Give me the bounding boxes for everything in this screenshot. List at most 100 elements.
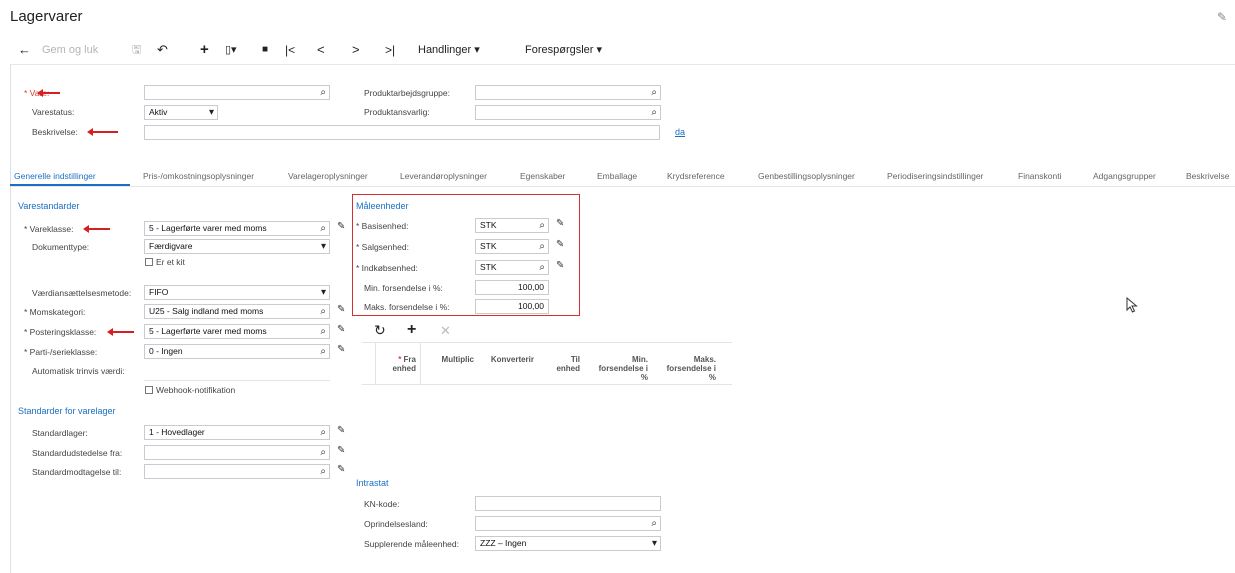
search-icon[interactable]: ⌕ [320,465,326,478]
section-intrastat: Intrastat [356,478,389,488]
tab-egenskaber[interactable]: Egenskaber [520,171,565,181]
col-min-forsendelse[interactable]: Min. forsendelse i % [598,355,648,382]
edit-pencil-icon[interactable]: ✎ [337,464,345,475]
last-record-icon[interactable]: >| [385,36,395,64]
actions-menu[interactable]: Handlinger ▾ [418,36,480,64]
search-icon[interactable]: ⌕ [320,325,326,338]
copy-icon[interactable]: ▯▾ [225,36,237,64]
edit-pencil-icon[interactable]: ✎ [556,260,564,271]
edit-pencil-icon[interactable]: ✎ [337,445,345,456]
col-til-enhed[interactable]: Til enhed [548,355,580,373]
search-icon[interactable]: ⌕ [651,86,657,99]
kn-input[interactable] [475,496,661,511]
search-icon[interactable]: ⌕ [320,222,326,235]
save-icon[interactable]: 🖫 [132,36,141,64]
edit-pencil-icon[interactable]: ✎ [337,324,345,335]
edit-pencil-icon[interactable]: ✎ [337,221,345,232]
search-icon[interactable]: ⌕ [320,426,326,439]
min-input[interactable]: 100,00 [475,280,549,295]
tab-generelle[interactable]: Generelle indstillinger [14,171,96,181]
edit-icon[interactable]: ✎ [1217,10,1227,24]
varestatus-select[interactable]: Aktiv ▾ [144,105,218,120]
tab-beskrivelse[interactable]: Beskrivelse [1186,171,1229,181]
vareklasse-input[interactable]: 5 - Lagerførte varer med moms ⌕ [144,221,330,236]
undo-icon[interactable]: ↶ [157,36,168,64]
beskrivelse-input[interactable] [144,125,660,140]
language-link[interactable]: da [675,127,685,137]
salg-input[interactable]: STK ⌕ [475,239,549,254]
basis-label: * Basisenhed: [356,221,409,231]
col-fra-enhed[interactable]: * Fra enhed [378,355,416,373]
moms-label: * Momskategori: [24,307,86,317]
vareklasse-label: * Vareklasse: [24,224,74,234]
search-icon[interactable]: ⌕ [651,517,657,530]
delete-icon[interactable]: ■ [262,36,268,64]
kn-label: KN-kode: [364,499,400,509]
postering-label: * Posteringsklasse: [24,327,97,337]
produktansvarlig-input[interactable]: ⌕ [475,105,661,120]
next-record-icon[interactable]: > [352,36,360,64]
grid-divider [375,342,376,384]
search-icon[interactable]: ⌕ [320,305,326,318]
edit-pencil-icon[interactable]: ✎ [556,239,564,250]
section-lager: Standarder for varelager [18,406,116,416]
produktansvarlig-label: Produktansvarlig: [364,107,430,117]
save-close-button[interactable]: Gem og luk [42,36,98,64]
remove-row-icon[interactable]: ✕ [440,323,451,339]
tab-varelager[interactable]: Varelageroplysninger [288,171,368,181]
kit-checkbox[interactable] [145,258,153,266]
basis-input[interactable]: STK ⌕ [475,218,549,233]
search-icon[interactable]: ⌕ [539,261,545,274]
col-maks-forsendelse[interactable]: Maks. forsendelse i % [660,355,716,382]
chevron-down-icon: ▾ [320,287,326,298]
inquiries-menu[interactable]: Forespørgsler ▾ [525,36,602,64]
col-konvertering[interactable]: Konverterir [478,355,534,364]
chevron-down-icon: ▾ [320,241,326,252]
tab-genbestilling[interactable]: Genbestillingsoplysninger [758,171,855,181]
tab-emballage[interactable]: Emballage [597,171,637,181]
chevron-down-icon: ▾ [651,538,657,549]
tab-leverandor[interactable]: Leverandøroplysninger [400,171,487,181]
oprindelse-input[interactable]: ⌕ [475,516,661,531]
tab-finanskonti[interactable]: Finanskonti [1018,171,1061,181]
tab-krydsreference[interactable]: Krydsreference [667,171,725,181]
dokumenttype-select[interactable]: Færdigvare ▾ [144,239,330,254]
udstedelse-input[interactable]: ⌕ [144,445,330,460]
search-icon[interactable]: ⌕ [320,86,326,99]
tab-periodisering[interactable]: Periodiseringsindstillinger [887,171,983,181]
annotation-arrow [83,225,110,233]
edit-pencil-icon[interactable]: ✎ [337,425,345,436]
edit-pencil-icon[interactable]: ✎ [337,304,345,315]
search-icon[interactable]: ⌕ [320,446,326,459]
postering-input[interactable]: 5 - Lagerførte varer med moms ⌕ [144,324,330,339]
refresh-icon[interactable]: ↻ [374,322,386,339]
first-record-icon[interactable]: |< [285,36,295,64]
annotation-arrow [87,128,118,136]
col-multiplic[interactable]: Multiplic [424,355,474,364]
add-icon[interactable]: + [200,36,209,64]
standardlager-input[interactable]: 1 - Hovedlager ⌕ [144,425,330,440]
modtagelse-input[interactable]: ⌕ [144,464,330,479]
search-icon[interactable]: ⌕ [539,240,545,253]
edit-pencil-icon[interactable]: ✎ [337,344,345,355]
edit-pencil-icon[interactable]: ✎ [556,218,564,229]
salg-label: * Salgsenhed: [356,242,409,252]
vare-input[interactable]: ⌕ [144,85,330,100]
search-icon[interactable]: ⌕ [539,219,545,232]
tab-pris[interactable]: Pris-/omkostningsoplysninger [143,171,254,181]
search-icon[interactable]: ⌕ [320,345,326,358]
add-row-icon[interactable]: + [407,321,416,339]
search-icon[interactable]: ⌕ [651,106,657,119]
webhook-checkbox[interactable] [145,386,153,394]
back-icon[interactable]: ← [18,36,31,64]
maks-input[interactable]: 100,00 [475,299,549,314]
parti-input[interactable]: 0 - Ingen ⌕ [144,344,330,359]
produktarbejdsgruppe-input[interactable]: ⌕ [475,85,661,100]
moms-input[interactable]: U25 - Salg indland med moms ⌕ [144,304,330,319]
auto-field[interactable] [144,380,330,381]
suppl-select[interactable]: ZZZ – Ingen ▾ [475,536,661,551]
tab-adgangsgrupper[interactable]: Adgangsgrupper [1093,171,1156,181]
previous-record-icon[interactable]: < [317,36,325,64]
vaerdi-select[interactable]: FIFO ▾ [144,285,330,300]
indkob-input[interactable]: STK ⌕ [475,260,549,275]
